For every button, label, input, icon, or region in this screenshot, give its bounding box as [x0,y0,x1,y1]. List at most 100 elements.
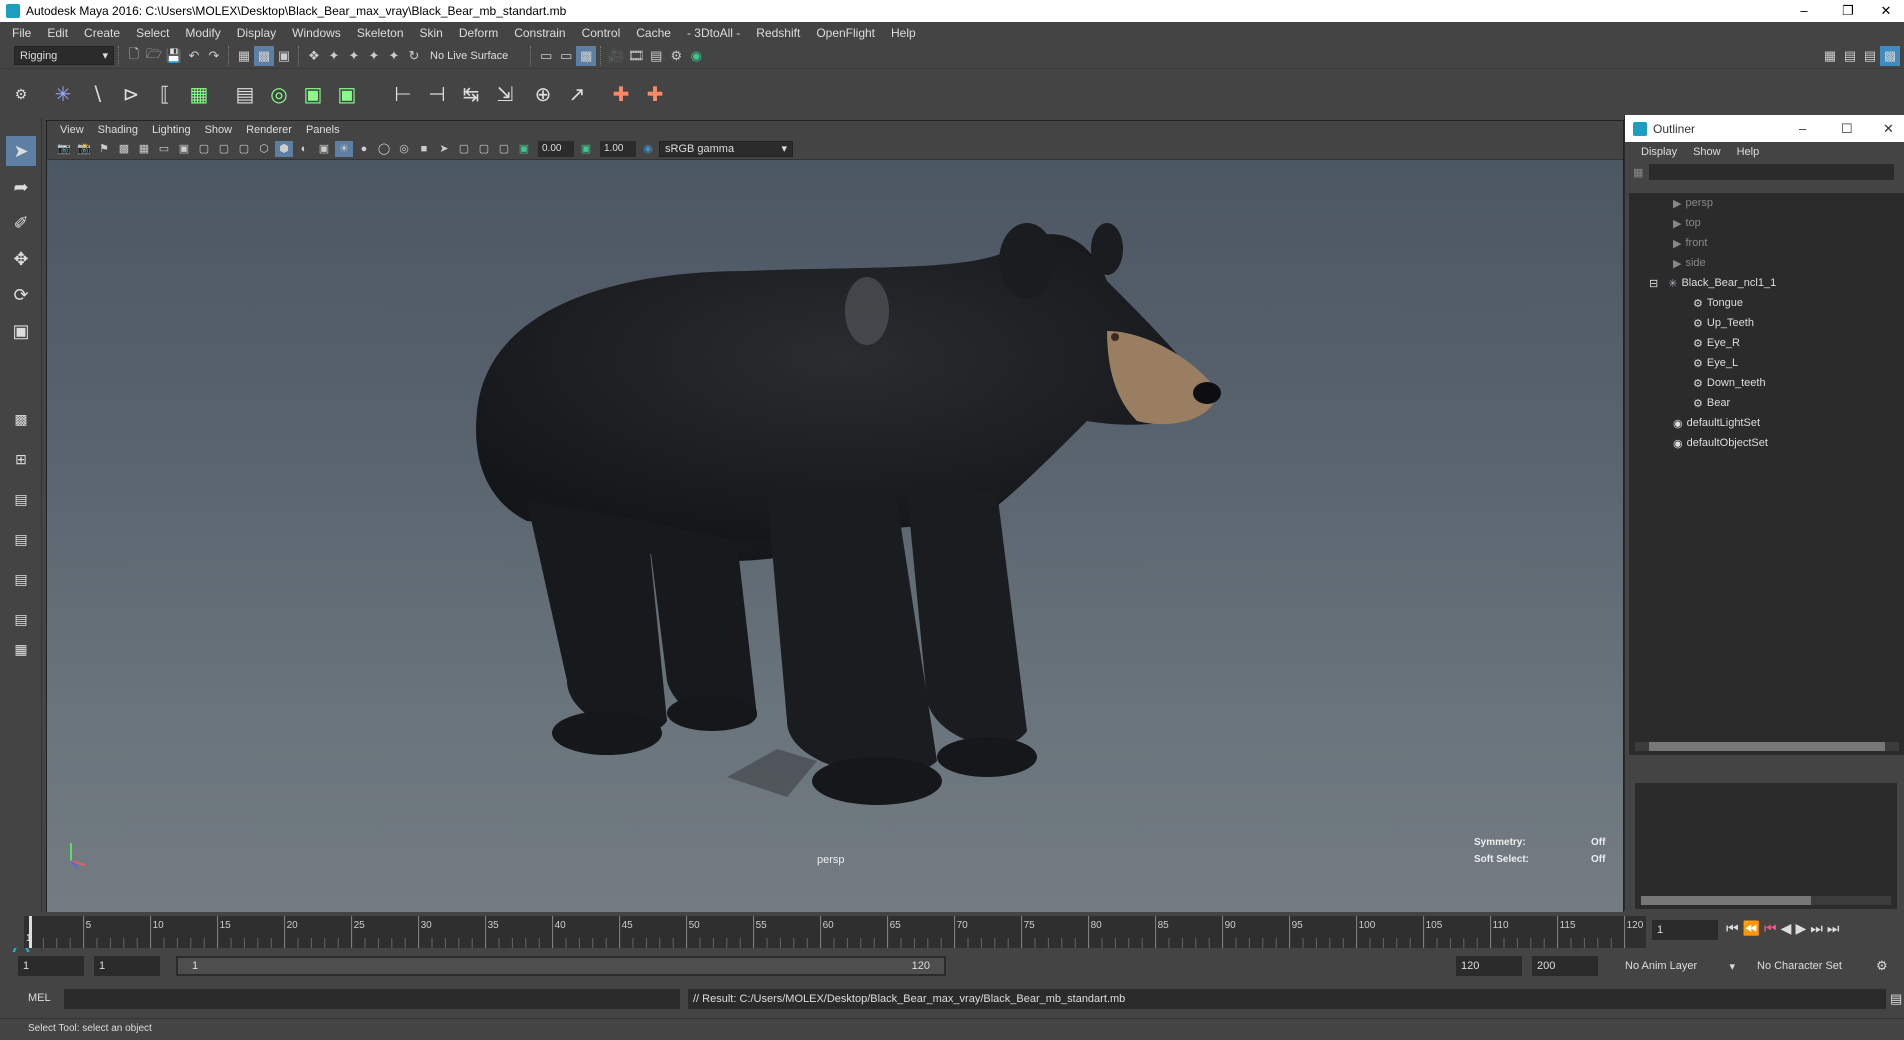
hypershade-icon[interactable]: ◉ [686,46,706,66]
four-view-icon[interactable]: ⊞ [6,444,36,474]
select-object-icon[interactable]: ▩ [254,45,274,66]
current-frame-field[interactable]: 1 [1652,920,1718,940]
grid-toggle-icon[interactable]: ▦ [135,141,153,157]
insert-joint-icon[interactable]: ∖ [82,79,112,109]
snap-view-icon[interactable]: ✦ [364,46,384,66]
parent-constraint-icon[interactable]: ⊕ [528,79,558,109]
point-constraint-icon[interactable]: ⊢ [388,79,418,109]
layout-channel-icon[interactable]: ▤ [1840,46,1860,66]
outliner-maximize-icon[interactable]: ☐ [1841,121,1853,137]
go-to-end-icon[interactable]: ⏭ [1827,920,1840,937]
ipr-render-icon[interactable]: 🎞 [626,46,646,66]
outliner-minimize-icon[interactable]: – [1799,121,1806,136]
gamma-field[interactable]: 1.00 [600,140,636,157]
menuset-dropdown[interactable]: Rigging ▾ [14,46,114,65]
cluster-icon[interactable]: ▣ [332,79,362,109]
orient-constraint-icon[interactable]: ↹ [456,79,486,109]
resolution-gate-icon[interactable]: ▣ [175,141,193,157]
play-backward-icon[interactable]: ◀ [1781,920,1792,937]
range-slider-bar[interactable]: 1 120 [178,958,944,974]
select-component-icon[interactable]: ▣ [274,46,294,66]
scale-tool-icon[interactable]: ▣ [6,316,36,346]
filter-icon[interactable]: ▦ [1633,166,1643,179]
motion-blur-icon[interactable]: ◎ [395,141,413,157]
viewport-canvas[interactable] [47,161,1623,913]
outliner-close-icon[interactable]: ✕ [1883,121,1894,137]
time-slider[interactable]: 5 10 15 20 25 30 35 40 45 50 55 60 65 70 75 80 85 90 95 100… [0,912,1904,948]
go-to-start-icon[interactable]: ⏮ [1726,920,1739,937]
pole-vector-icon[interactable]: ↗ [562,79,592,109]
undo-icon[interactable]: ↶ [184,46,204,66]
exposure-field[interactable]: 0.00 [538,140,574,157]
exposure-icon[interactable]: ▣ [515,141,533,157]
custom-layout-icon[interactable]: ▦ [6,634,36,664]
outliner-item[interactable]: ⚙ Down_teeth [1629,373,1904,393]
start-time-field[interactable]: 1 [18,956,84,976]
menu-3dtoall[interactable]: - 3DtoAll - [679,26,748,40]
viewport-panel[interactable]: View Shading Lighting Show Renderer Pane… [46,120,1624,914]
color-management-icon[interactable]: ◉ [639,141,657,157]
menu-file[interactable]: File [4,26,39,40]
range-slider-track[interactable]: 1 120 [176,956,946,976]
outliner-search-input[interactable] [1649,164,1895,180]
step-back-key-icon[interactable]: ⏮ [1764,920,1777,937]
layout-attribute-icon[interactable]: ▤ [1860,46,1880,66]
render-current-frame-icon[interactable]: 🎥 [606,46,626,66]
make-live-icon[interactable]: ↻ [404,46,424,66]
outliner-item[interactable]: ▶ top [1629,213,1904,233]
persp-graph-icon[interactable]: ▤ [6,524,36,554]
ol-menu-help[interactable]: Help [1729,146,1768,158]
menu-display[interactable]: Display [229,26,284,40]
menu-skeleton[interactable]: Skeleton [349,26,412,40]
safe-title-icon[interactable]: ▢ [235,141,253,157]
isolate-select-icon[interactable]: ➤ [435,141,453,157]
menu-help[interactable]: Help [883,26,924,40]
image-plane-icon[interactable]: ▩ [115,141,133,157]
time-ruler[interactable]: 5 10 15 20 25 30 35 40 45 50 55 60 65 70 75 80 85 90 95 100… [24,916,1646,948]
layout-single-icon[interactable]: ▦ [1820,46,1840,66]
persp-outliner-icon[interactable]: ▤ [6,484,36,514]
snap-surface-icon[interactable]: ✦ [384,46,404,66]
menu-modify[interactable]: Modify [177,26,228,40]
safe-action-icon[interactable]: ▢ [215,141,233,157]
outliner-item[interactable]: ▶ side [1629,253,1904,273]
vp-menu-shading[interactable]: Shading [91,124,145,136]
outliner-item[interactable]: ⚙ Eye_R [1629,333,1904,353]
textured-icon[interactable]: ▣ [315,141,333,157]
input-ops-icon[interactable]: ▭ [536,46,556,66]
collapse-icon[interactable]: ⊟ [1649,277,1658,290]
single-perspective-icon[interactable]: ▩ [6,404,36,434]
outliner-item[interactable]: ⚙ Up_Teeth [1629,313,1904,333]
snap-curve-icon[interactable]: ✦ [324,46,344,66]
outliner-item[interactable]: ⚙ Tongue [1629,293,1904,313]
vp-menu-lighting[interactable]: Lighting [145,124,198,136]
joint-tool-icon[interactable]: ✳ [48,79,78,109]
xray-icon[interactable]: ▢ [455,141,473,157]
gamma-icon[interactable]: ▣ [577,141,595,157]
antialias-icon[interactable]: ■ [415,141,433,157]
construction-history-icon[interactable]: ▭ [556,46,576,66]
menu-control[interactable]: Control [574,26,629,40]
end-time-field[interactable]: 200 [1532,956,1598,976]
render-view-icon[interactable]: ▩ [576,45,597,66]
smooth-shade-icon[interactable]: ⬢ [275,140,293,157]
rotate-tool-icon[interactable]: ⟳ [6,280,36,310]
paint-select-icon[interactable]: ✐ [6,208,36,238]
menu-constrain[interactable]: Constrain [506,26,573,40]
xray-components-icon[interactable]: ▢ [495,141,513,157]
wireframe-on-shaded-icon[interactable]: ◐ [295,141,313,157]
character-set-dropdown[interactable]: No Character Set [1752,956,1870,976]
live-surface-label[interactable]: No Live Surface [430,50,508,62]
script-language-button[interactable]: MEL [28,992,51,1004]
locator-icon[interactable]: ✚ [606,79,636,109]
film-gate-icon[interactable]: ▭ [155,141,173,157]
paint-weights-icon[interactable]: ◎ [264,79,294,109]
bear-model[interactable] [476,223,1221,805]
menu-windows[interactable]: Windows [284,26,349,40]
set-key-icon[interactable]: ✚ [640,79,670,109]
close-icon[interactable]: ✕ [1866,0,1904,22]
camera-attributes-icon[interactable]: 📸 [75,141,93,157]
ol-menu-show[interactable]: Show [1685,146,1729,158]
ol-menu-display[interactable]: Display [1633,146,1685,158]
command-input[interactable] [64,989,680,1009]
